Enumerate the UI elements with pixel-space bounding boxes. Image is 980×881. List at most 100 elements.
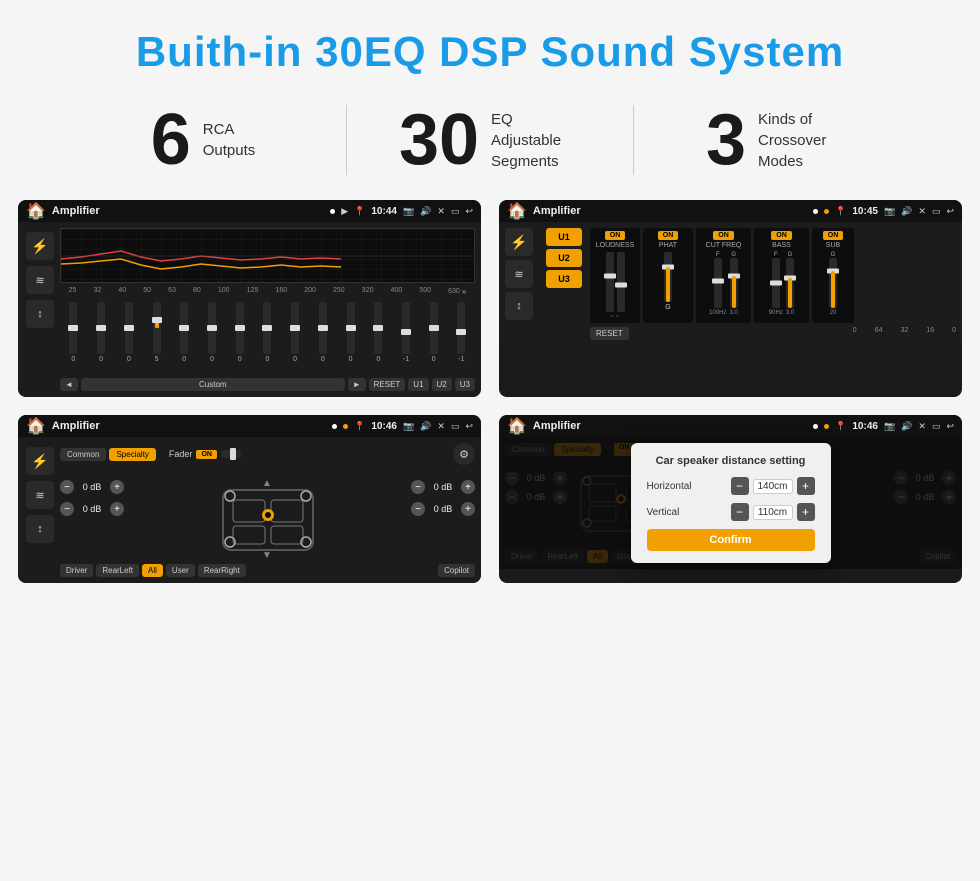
status-dot-5	[343, 424, 348, 429]
eq-labels: 25 32 40 50 63 80 100 125 160 200 250 32…	[60, 287, 475, 296]
eq-slider-4[interactable]: 5	[153, 302, 161, 371]
sub-label: SUB	[826, 242, 840, 249]
phat-slider[interactable]	[664, 252, 672, 302]
btn-user[interactable]: User	[166, 564, 195, 577]
db-val-rr: 0 dB	[429, 504, 457, 514]
back-icon[interactable]: ↩	[465, 206, 473, 217]
bass-slider-f[interactable]	[772, 258, 780, 308]
crossover-bass: ON BASS F 90Hz	[754, 228, 809, 323]
back-icon-3[interactable]: ↩	[465, 421, 473, 432]
fader-sidebar-btn-3[interactable]: ↕	[26, 515, 54, 543]
eq-slider-5[interactable]: 0	[180, 302, 188, 371]
btn-rearleft[interactable]: RearLeft	[96, 564, 139, 577]
eq-slider-6[interactable]: 0	[208, 302, 216, 371]
crossover-sidebar-btn-2[interactable]: ≋	[505, 260, 533, 288]
home-icon-2[interactable]: 🏠	[507, 201, 527, 221]
eq-slider-12[interactable]: 0	[374, 302, 382, 371]
settings-icon[interactable]: ⚙	[453, 443, 475, 465]
crossover-preset-u3[interactable]: U3	[546, 270, 582, 288]
eq-slider-7[interactable]: 0	[236, 302, 244, 371]
window-icon-3: ▭	[451, 421, 460, 432]
eq-slider-13[interactable]: -1	[402, 302, 410, 371]
close-icon-2[interactable]: ✕	[918, 206, 926, 217]
u1-btn[interactable]: U1	[408, 378, 428, 391]
db-plus-rr[interactable]: +	[461, 502, 475, 516]
dialog-title: Car speaker distance setting	[647, 455, 815, 467]
db-plus-rl[interactable]: +	[110, 502, 124, 516]
confirm-button[interactable]: Confirm	[647, 529, 815, 551]
db-minus-rr[interactable]: −	[411, 502, 425, 516]
bass-on[interactable]: ON	[771, 231, 792, 240]
db-minus-fr[interactable]: −	[411, 480, 425, 494]
crossover-reset-btn[interactable]: RESET	[590, 327, 629, 340]
eq-sidebar-btn-1[interactable]: ⚡	[26, 232, 54, 260]
eq-slider-15[interactable]: -1	[457, 302, 465, 371]
home-icon[interactable]: 🏠	[26, 201, 46, 221]
eq-slider-11[interactable]: 0	[347, 302, 355, 371]
cutfreq-slider-f[interactable]	[714, 258, 722, 308]
window-icon-4: ▭	[932, 421, 941, 432]
home-icon-3[interactable]: 🏠	[26, 416, 46, 436]
eq-slider-9[interactable]: 0	[291, 302, 299, 371]
fader-sidebar-btn-2[interactable]: ≋	[26, 481, 54, 509]
home-icon-4[interactable]: 🏠	[507, 416, 527, 436]
crossover-preset-u2[interactable]: U2	[546, 249, 582, 267]
horizontal-minus-btn[interactable]: −	[731, 477, 749, 495]
loudness-slider-2[interactable]	[617, 252, 625, 312]
crossover-sidebar-btn-3[interactable]: ↕	[505, 292, 533, 320]
vertical-minus-btn[interactable]: −	[731, 503, 749, 521]
eq-slider-10[interactable]: 0	[319, 302, 327, 371]
eq-slider-1[interactable]: 0	[69, 302, 77, 371]
db-plus-fr[interactable]: +	[461, 480, 475, 494]
eq-slider-3[interactable]: 0	[125, 302, 133, 371]
app-name-dialog: Amplifier	[533, 420, 807, 432]
close-icon-3[interactable]: ✕	[437, 421, 445, 432]
eq-sidebar-btn-3[interactable]: ↕	[26, 300, 54, 328]
reset-btn[interactable]: RESET	[369, 378, 406, 391]
u2-btn[interactable]: U2	[432, 378, 452, 391]
stat-label-rca: RCAOutputs	[203, 119, 256, 161]
phat-on[interactable]: ON	[658, 231, 679, 240]
db-minus-fl[interactable]: −	[60, 480, 74, 494]
eq-label-50: 50	[143, 287, 151, 296]
close-icon-1[interactable]: ✕	[437, 206, 445, 217]
fader-tab-specialty[interactable]: Specialty	[109, 448, 155, 461]
horizontal-plus-btn[interactable]: +	[797, 477, 815, 495]
eq-sidebar-btn-2[interactable]: ≋	[26, 266, 54, 294]
sub-on[interactable]: ON	[823, 231, 844, 240]
close-icon-4[interactable]: ✕	[918, 421, 926, 432]
u3-btn[interactable]: U3	[455, 378, 475, 391]
btn-rearright[interactable]: RearRight	[198, 564, 246, 577]
fader-h-slider[interactable]	[221, 450, 241, 458]
sub-slider[interactable]	[829, 258, 837, 308]
window-icon: ▭	[451, 206, 460, 217]
eq-slider-14[interactable]: 0	[430, 302, 438, 371]
eq-slider-2[interactable]: 0	[97, 302, 105, 371]
crossover-preset-u1[interactable]: U1	[546, 228, 582, 246]
btn-all[interactable]: All	[142, 564, 163, 577]
status-dot-3	[824, 209, 829, 214]
vertical-plus-btn[interactable]: +	[797, 503, 815, 521]
fader-tab-common[interactable]: Common	[60, 448, 106, 461]
crossover-cutfreq: ON CUT FREQ F 100Hz	[696, 228, 751, 323]
back-icon-4[interactable]: ↩	[946, 421, 954, 432]
next-btn[interactable]: ►	[348, 378, 366, 391]
btn-driver[interactable]: Driver	[60, 564, 93, 577]
eq-slider-8[interactable]: 0	[263, 302, 271, 371]
fader-sidebar-btn-1[interactable]: ⚡	[26, 447, 54, 475]
bass-slider-g[interactable]	[786, 258, 794, 308]
cutfreq-on[interactable]: ON	[713, 231, 734, 240]
prev-btn[interactable]: ◄	[60, 378, 78, 391]
back-icon-2[interactable]: ↩	[946, 206, 954, 217]
db-minus-rl[interactable]: −	[60, 502, 74, 516]
eq-label-63: 63	[168, 287, 176, 296]
crossover-sidebar-btn-1[interactable]: ⚡	[505, 228, 533, 256]
loudness-slider-1[interactable]	[606, 252, 614, 312]
cutfreq-slider-g[interactable]	[730, 258, 738, 308]
crossover-controls-area: ON LOUDNESS ~ ~	[590, 228, 956, 340]
fader-on-badge[interactable]: ON	[196, 450, 217, 459]
btn-copilot[interactable]: Copilot	[438, 564, 475, 577]
db-plus-fl[interactable]: +	[110, 480, 124, 494]
fader-text: Fader	[169, 449, 193, 459]
loudness-on[interactable]: ON	[605, 231, 626, 240]
